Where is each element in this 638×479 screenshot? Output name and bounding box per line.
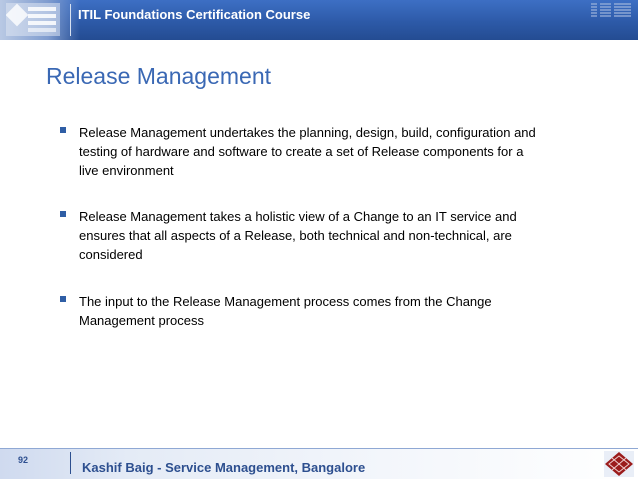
footer-rule <box>0 448 638 449</box>
page-number: 92 <box>18 455 29 465</box>
bullet-line: considered <box>79 247 143 262</box>
ibm-logo-icon <box>591 3 631 17</box>
bullet-marker <box>60 127 66 133</box>
bullet-text: The input to the Release Management proc… <box>79 292 579 330</box>
header-bar: ITIL Foundations Certification Course <box>0 0 638 40</box>
bullet-marker <box>60 211 66 217</box>
header-divider <box>70 4 71 36</box>
bullet-line: Release Management takes a holistic view… <box>79 209 517 224</box>
slide-title: Release Management <box>46 63 272 89</box>
footer-divider <box>70 452 71 474</box>
bullet-line: ensures that all aspects of a Release, b… <box>79 228 512 243</box>
bullet-line: The input to the Release Management proc… <box>79 294 492 309</box>
bullet-line: live environment <box>79 163 174 178</box>
course-title: ITIL Foundations Certification Course <box>78 7 311 22</box>
bullet-line: Management process <box>79 313 205 328</box>
bullet-line: Release Management undertakes the planni… <box>79 125 536 140</box>
emblem-icon <box>604 451 634 477</box>
bullet-line: testing of hardware and software to crea… <box>79 144 524 159</box>
bullet-marker <box>60 296 66 302</box>
footer-credit: Kashif Baig - Service Management, Bangal… <box>82 460 366 475</box>
bullet-text: Release Management undertakes the planni… <box>79 123 579 180</box>
course-logo-icon <box>6 3 60 36</box>
bullet-text: Release Management takes a holistic view… <box>79 207 579 264</box>
